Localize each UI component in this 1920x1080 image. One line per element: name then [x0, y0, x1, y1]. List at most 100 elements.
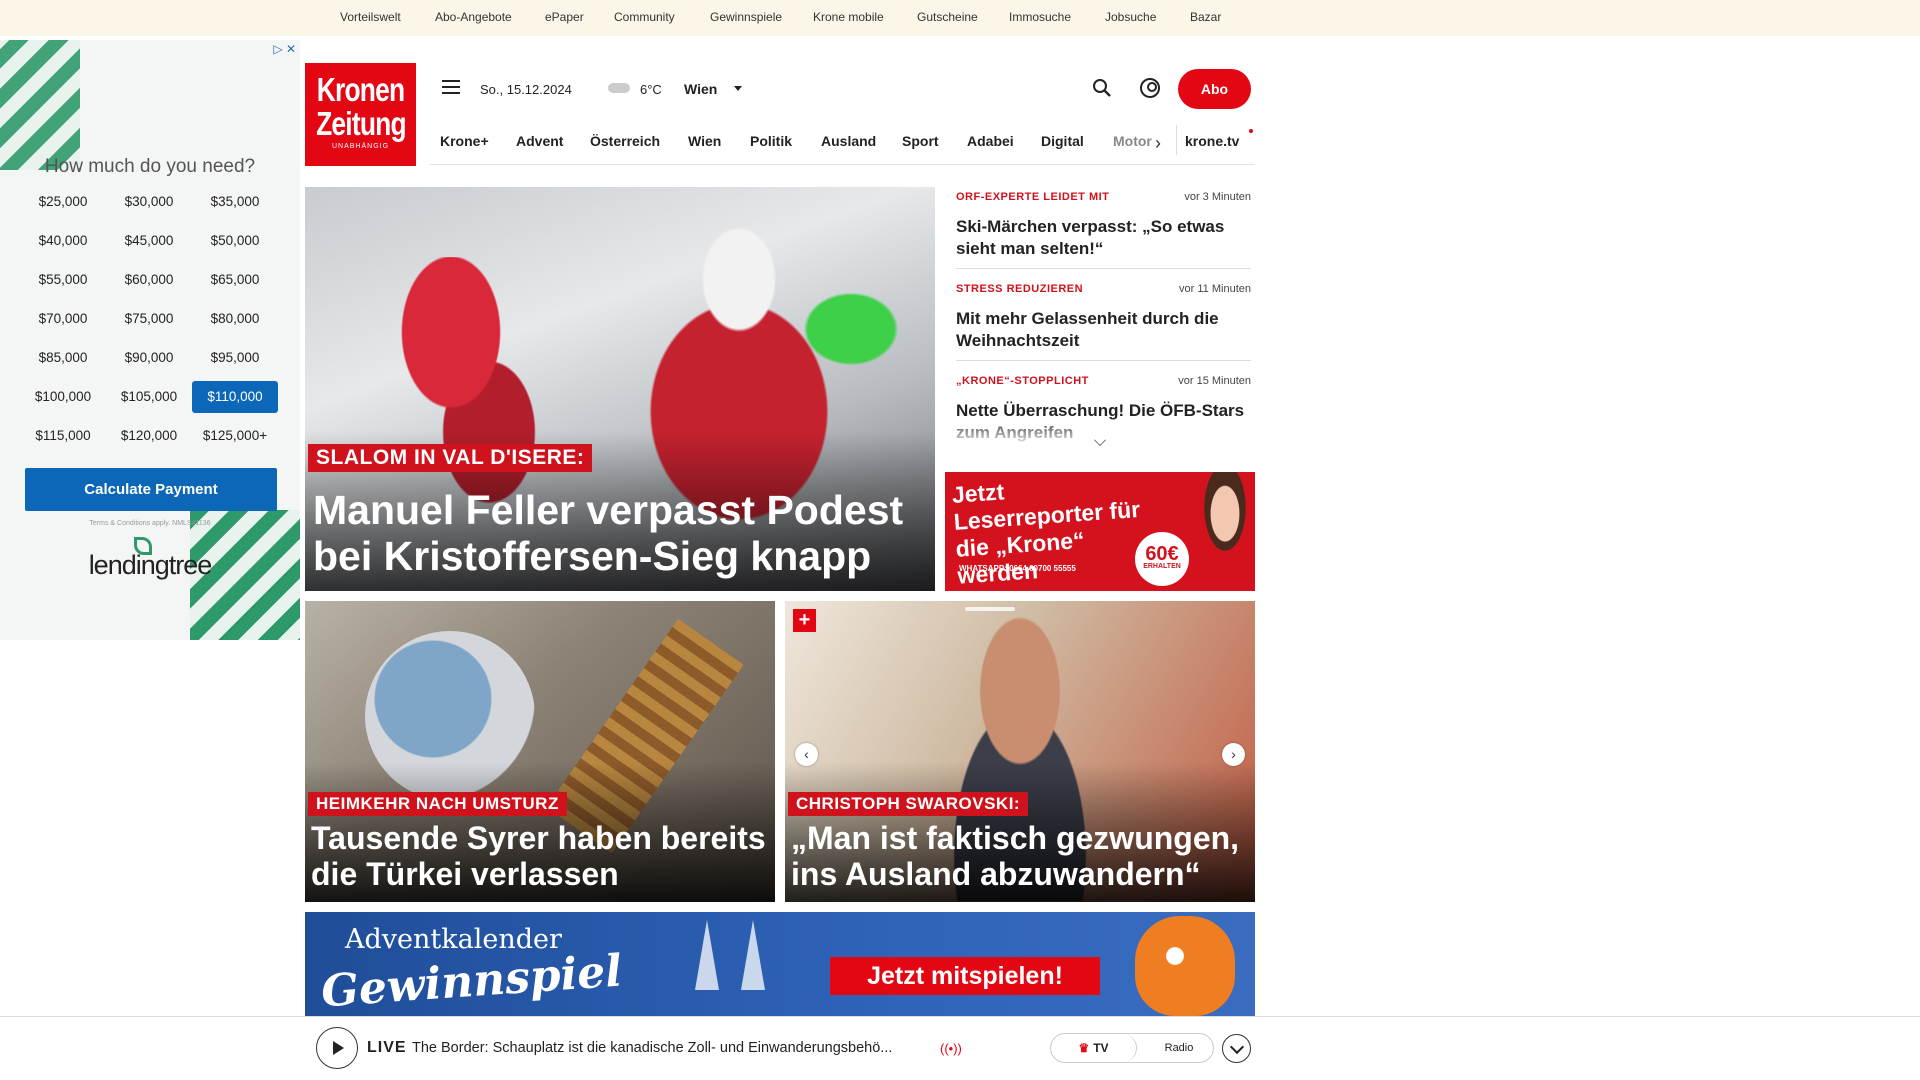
leserreporter-ad[interactable]: Jetzt Leserreporter für die „Krone“ werd…: [945, 472, 1255, 591]
service-link-bazar[interactable]: Bazar: [1190, 10, 1221, 24]
carousel-prev-icon[interactable]: ‹: [795, 743, 818, 766]
amount-option[interactable]: $80,000: [192, 303, 278, 335]
nav-item-motor[interactable]: Motor: [1113, 133, 1152, 149]
advent-line-2: Gewinnspiel: [319, 945, 624, 1017]
amount-option[interactable]: $90,000: [106, 342, 192, 374]
lendingtree-logo: lendingtree: [88, 550, 213, 580]
logo-line-2: Zeitung: [316, 105, 407, 142]
nav-item-politik[interactable]: Politik: [750, 133, 792, 149]
advent-banner[interactable]: Adventkalender Gewinnspiel Jetzt mitspie…: [305, 912, 1255, 1017]
hero-title[interactable]: Manuel Feller verpasst Podest bei Kristo…: [313, 487, 923, 579]
amount-option[interactable]: $60,000: [106, 264, 192, 296]
ad-portrait: [1185, 472, 1255, 591]
amount-option[interactable]: $25,000: [20, 186, 106, 218]
logo-tagline: UNABHÄNGIG: [331, 143, 390, 150]
reward-caption: ERHALTEN: [1143, 563, 1181, 570]
amount-option[interactable]: $40,000: [20, 225, 106, 257]
divider: [956, 360, 1251, 361]
item-headline[interactable]: Mit mehr Gelassenheit durch die Weihnach…: [956, 308, 1246, 352]
amount-option[interactable]: $65,000: [192, 264, 278, 296]
service-link-community[interactable]: Community: [614, 10, 675, 24]
nav-divider: [1176, 125, 1177, 155]
amount-option[interactable]: $45,000: [106, 225, 192, 257]
item-time: vor 15 Minuten: [1178, 375, 1251, 387]
hero-kicker: SLALOM IN VAL D'ISERE:: [308, 444, 593, 472]
nav-item-krone-tv[interactable]: krone.tv: [1185, 133, 1239, 149]
carousel-indicator: [965, 607, 1015, 611]
search-icon[interactable]: [1092, 78, 1112, 98]
card-kicker: HEIMKEHR NACH UMSTURZ: [308, 792, 567, 816]
live-label: LIVE: [367, 1039, 407, 1056]
amount-option[interactable]: $105,000: [106, 381, 192, 413]
amount-option[interactable]: $50,000: [192, 225, 278, 257]
amount-option[interactable]: $100,000: [20, 381, 106, 413]
city-selector[interactable]: Wien: [684, 81, 717, 97]
loan-ad[interactable]: ▷ ✕ How much do you need? $25,000 $30,00…: [0, 40, 300, 640]
expand-icon[interactable]: [1222, 1034, 1251, 1063]
hero-article[interactable]: SLALOM IN VAL D'ISERE: Manuel Feller ver…: [305, 187, 935, 591]
service-link-krone-mobile[interactable]: Krone mobile: [813, 10, 884, 24]
account-icon[interactable]: [1140, 78, 1160, 98]
temperature: 6°C: [640, 82, 662, 97]
service-link-immosuche[interactable]: Immosuche: [1009, 10, 1071, 24]
chevron-right-icon[interactable]: ›: [1155, 133, 1161, 154]
article-card[interactable]: + ‹ › CHRISTOPH SWAROVSKI: „Man ist fakt…: [785, 601, 1255, 902]
play-icon[interactable]: [316, 1027, 358, 1069]
main-navigation: Krone+ Advent Österreich Wien Politik Au…: [430, 117, 1255, 165]
amount-option[interactable]: $70,000: [20, 303, 106, 335]
item-time: vor 11 Minuten: [1179, 283, 1251, 295]
carousel-next-icon[interactable]: ›: [1222, 743, 1245, 766]
service-bar: Vorteilswelt Abo-Angebote ePaper Communi…: [0, 0, 1920, 36]
amount-option[interactable]: $125,000+: [192, 420, 278, 452]
service-link-gutscheine[interactable]: Gutscheine: [917, 10, 978, 24]
nav-item-krone-plus[interactable]: Krone+: [440, 133, 489, 149]
menu-icon[interactable]: [442, 80, 460, 94]
krone-plus-badge: +: [793, 609, 816, 632]
amount-option[interactable]: $75,000: [106, 303, 192, 335]
abo-button[interactable]: Abo: [1178, 69, 1251, 109]
amount-option[interactable]: $95,000: [192, 342, 278, 374]
card-title[interactable]: Tausende Syrer haben bereits die Türkei …: [311, 820, 771, 892]
tv-option[interactable]: ♛ TV: [1051, 1034, 1137, 1062]
reward-badge: 60€ ERHALTEN: [1135, 532, 1189, 586]
nav-item-sport[interactable]: Sport: [902, 133, 939, 149]
jetzt-mitspielen-button[interactable]: Jetzt mitspielen!: [830, 957, 1100, 995]
nav-item-oesterreich[interactable]: Österreich: [590, 133, 660, 149]
article-card[interactable]: HEIMKEHR NACH UMSTURZ Tausende Syrer hab…: [305, 601, 775, 902]
service-link-jobsuche[interactable]: Jobsuche: [1105, 10, 1156, 24]
nav-item-wien[interactable]: Wien: [688, 133, 721, 149]
cloud-icon: [608, 83, 630, 93]
amount-option[interactable]: $55,000: [20, 264, 106, 296]
amount-grid: $25,000 $30,000 $35,000 $40,000 $45,000 …: [20, 186, 282, 452]
amount-option[interactable]: $115,000: [20, 420, 106, 452]
item-kicker: „KRONE“-STOPPLICHT: [956, 375, 1089, 387]
whatsapp-number: WHATSAPP: 0664 60700 55555: [959, 564, 1076, 573]
amount-option[interactable]: $120,000: [106, 420, 192, 452]
radio-option[interactable]: Radio: [1147, 1034, 1211, 1062]
calculate-payment-button[interactable]: Calculate Payment: [25, 468, 277, 511]
nav-item-digital[interactable]: Digital: [1041, 133, 1084, 149]
nav-item-adabei[interactable]: Adabei: [967, 133, 1014, 149]
chevron-down-icon[interactable]: [734, 86, 742, 91]
amount-option[interactable]: $85,000: [20, 342, 106, 374]
service-link-vorteilswelt[interactable]: Vorteilswelt: [340, 10, 401, 24]
card-kicker: CHRISTOPH SWAROVSKI:: [788, 792, 1029, 816]
item-kicker: STRESS REDUZIEREN: [956, 283, 1084, 295]
service-link-gewinnspiele[interactable]: Gewinnspiele: [710, 10, 782, 24]
item-headline[interactable]: Ski-Märchen verpasst: „So etwas sieht ma…: [956, 216, 1246, 260]
krone-logo[interactable]: Kronen Zeitung UNABHÄNGIG: [305, 63, 416, 166]
amount-option-selected[interactable]: $110,000: [192, 381, 278, 413]
nav-item-ausland[interactable]: Ausland: [821, 133, 876, 149]
live-program-title[interactable]: The Border: Schauplatz ist die kanadisch…: [412, 1040, 892, 1056]
ad-close-icon[interactable]: ▷ ✕: [273, 42, 296, 56]
ad-terms: Terms & Conditions apply. NMLS#1136: [89, 520, 211, 527]
latest-news-list: ORF-EXPERTE LEIDET MIT vor 3 Minuten Ski…: [946, 187, 1251, 447]
service-link-epaper[interactable]: ePaper: [545, 10, 584, 24]
tree-icon: [741, 920, 765, 990]
live-player-bar: LIVE The Border: Schauplatz ist die kana…: [0, 1016, 1920, 1080]
amount-option[interactable]: $35,000: [192, 186, 278, 218]
amount-option[interactable]: $30,000: [106, 186, 192, 218]
nav-item-advent[interactable]: Advent: [516, 133, 563, 149]
card-title[interactable]: „Man ist faktisch gezwungen, ins Ausland…: [791, 820, 1251, 892]
service-link-abo-angebote[interactable]: Abo-Angebote: [435, 10, 512, 24]
